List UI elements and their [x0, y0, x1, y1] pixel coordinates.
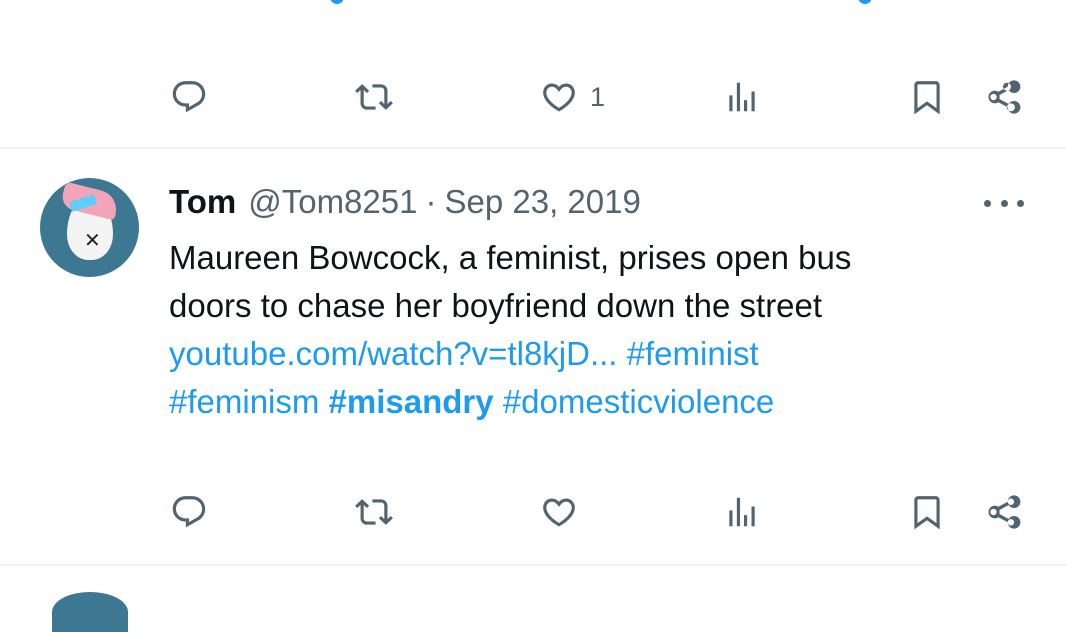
tweet-link[interactable]: youtube.com/watch?v=tl8kjD... — [169, 335, 617, 372]
views-icon — [729, 82, 755, 112]
hashtag-misandry[interactable]: #misandry — [329, 383, 494, 420]
share-icon — [988, 495, 1021, 529]
like-count: 1 — [590, 81, 606, 112]
tweet-text-line: #feminism #misandry #domesticviolence — [169, 378, 1029, 426]
avatar[interactable] — [52, 592, 128, 632]
tweet-text-line: youtube.com/watch?v=tl8kjD... #feminist — [169, 330, 1029, 378]
tweet-text: Maureen Bowcock, a feminist, prises open… — [169, 234, 1029, 426]
bookmark-button[interactable] — [908, 487, 946, 537]
avatar[interactable]: ✕ — [40, 178, 139, 277]
hashtag-feminism[interactable]: #feminism — [169, 383, 319, 420]
more-icon — [984, 199, 991, 207]
author-name[interactable]: Tom — [169, 183, 236, 221]
author-handle[interactable]: @Tom8251 — [248, 183, 417, 221]
reply-icon — [172, 496, 206, 528]
tweet-action-bar — [0, 487, 1066, 537]
more-icon — [1017, 199, 1024, 207]
header-separator: · — [425, 183, 437, 220]
views-icon — [729, 497, 755, 527]
previous-tweet-text-fragment — [0, 0, 1066, 4]
text-fragment — [858, 0, 872, 4]
hashtag-feminist[interactable]: #feminist — [627, 335, 759, 372]
retweet-icon — [355, 84, 393, 110]
tweet-date[interactable]: Sep 23, 2019 — [444, 183, 640, 221]
avatar-marks: ✕ — [84, 228, 101, 252]
hashtag-domesticviolence[interactable]: #domesticviolence — [503, 383, 774, 420]
bookmark-icon — [914, 496, 940, 530]
views-button[interactable] — [723, 72, 773, 122]
bookmark-icon — [914, 81, 940, 115]
tweet-divider — [0, 147, 1066, 149]
share-icon — [988, 80, 1021, 114]
retweet-icon — [355, 499, 393, 525]
tweet-text-line: Maureen Bowcock, a feminist, prises open… — [169, 239, 852, 276]
tweet-action-bar: 1 — [0, 72, 1066, 122]
share-button[interactable] — [984, 72, 1022, 122]
tweet-header: Tom @Tom8251 · Sep 23, 2019 — [169, 180, 641, 224]
more-options-button[interactable] — [984, 186, 1024, 220]
heart-icon — [543, 498, 575, 527]
retweet-button[interactable] — [355, 72, 405, 122]
text-fragment — [330, 0, 344, 4]
like-button[interactable] — [540, 487, 590, 537]
tweet-divider — [0, 564, 1066, 566]
share-button[interactable] — [984, 487, 1022, 537]
reply-button[interactable] — [170, 487, 220, 537]
heart-icon — [543, 83, 575, 112]
reply-button[interactable] — [170, 72, 220, 122]
more-icon — [1000, 199, 1008, 207]
like-button[interactable]: 1 — [540, 72, 605, 122]
retweet-button[interactable] — [355, 487, 405, 537]
reply-icon — [172, 81, 206, 113]
bookmark-button[interactable] — [908, 72, 946, 122]
views-button[interactable] — [723, 487, 773, 537]
tweet-text-line: doors to chase her boyfriend down the st… — [169, 287, 823, 324]
